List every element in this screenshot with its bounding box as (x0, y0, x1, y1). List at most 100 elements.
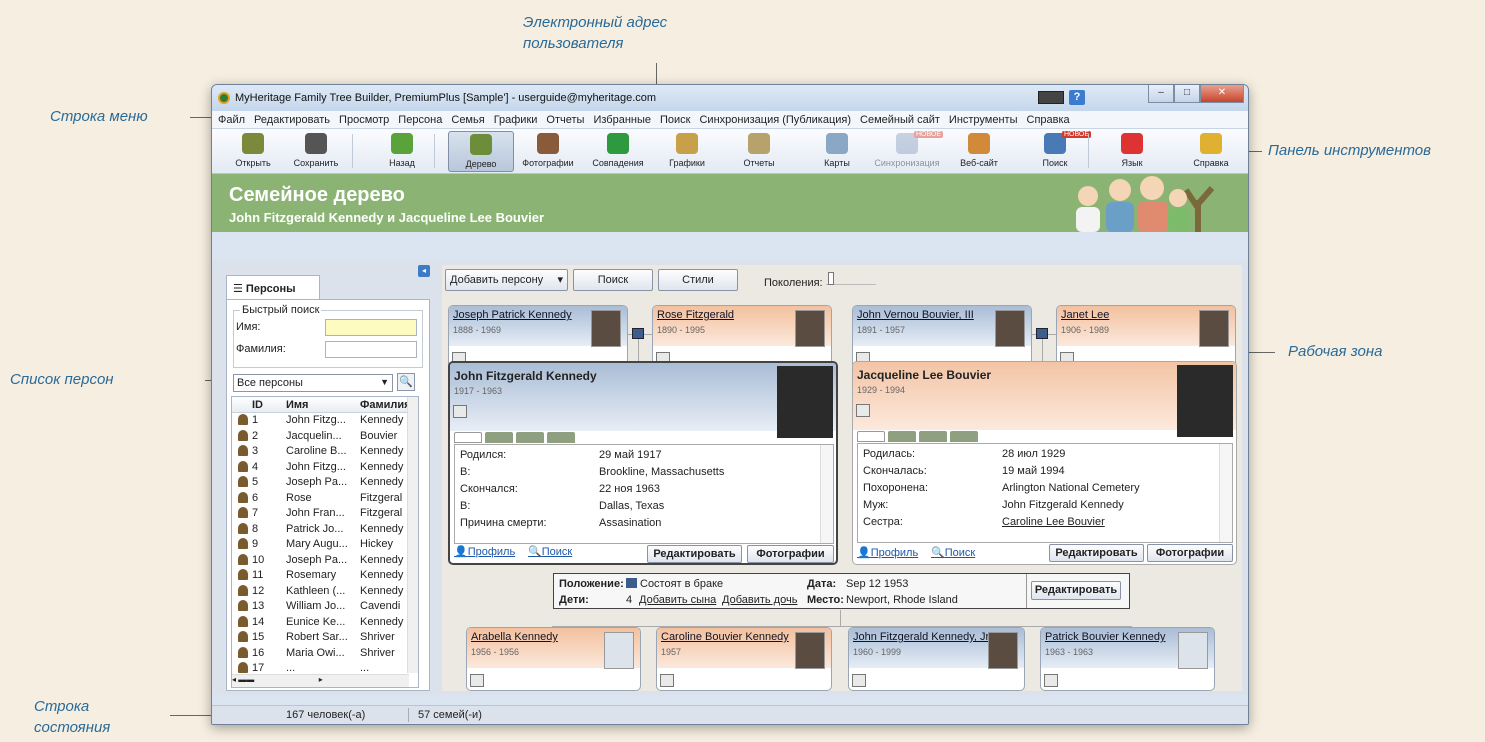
edit-button[interactable]: Редактировать (1049, 544, 1144, 562)
toolbar-button[interactable]: Карты (804, 131, 870, 172)
person-name[interactable]: Janet Lee (1061, 309, 1109, 321)
search-icon[interactable]: 🔍 (397, 373, 415, 391)
keyboard-icon[interactable] (1038, 91, 1064, 104)
tab-photos[interactable] (919, 431, 947, 442)
table-row[interactable]: 1 John Fitzg... Kennedy (232, 413, 418, 429)
menu-item[interactable]: Редактировать (254, 114, 330, 126)
person-name[interactable]: John Vernou Bouvier, III (857, 309, 974, 321)
col-id[interactable]: ID (252, 399, 263, 411)
table-row[interactable]: 2 Jacquelin... Bouvier (232, 429, 418, 445)
toolbar-button[interactable]: Справка (1178, 131, 1244, 172)
toolbar-button[interactable]: Фотографии (515, 131, 581, 172)
person-name[interactable]: Arabella Kennedy (471, 631, 558, 643)
table-row[interactable]: 12 Kathleen (... Kennedy (232, 584, 418, 600)
tab-people[interactable]: ☰ Персоны (226, 275, 320, 299)
collapse-panel-button[interactable]: ◂ (418, 265, 430, 277)
menu-item[interactable]: Персона (398, 114, 442, 126)
menu-item[interactable]: Синхронизация (Публикация) (699, 114, 851, 126)
person-photo[interactable] (795, 310, 825, 347)
menu-item[interactable]: Файл (218, 114, 245, 126)
wife-photo[interactable] (1177, 365, 1233, 437)
menu-item[interactable]: Просмотр (339, 114, 389, 126)
tab-family[interactable] (485, 432, 513, 443)
person-card[interactable]: John Fitzgerald Kennedy, Jr. 1960 - 1999 (848, 627, 1025, 691)
toolbar-button[interactable]: Поиск НОВОЕ (1022, 131, 1092, 172)
tab-notes[interactable] (950, 431, 978, 442)
person-photo[interactable] (591, 310, 621, 347)
table-row[interactable]: 9 Mary Augu... Hickey (232, 537, 418, 553)
photos-button[interactable]: Фотографии (1147, 544, 1233, 562)
person-name[interactable]: Joseph Patrick Kennedy (453, 309, 572, 321)
record-icon[interactable] (856, 404, 870, 417)
toolbar-button[interactable]: Отчеты (726, 131, 792, 172)
person-photo[interactable] (1178, 632, 1208, 669)
person-card[interactable]: Janet Lee 1906 - 1989 (1056, 305, 1236, 369)
person-photo[interactable] (988, 632, 1018, 669)
table-row[interactable]: 15 Robert Sar... Shriver (232, 630, 418, 646)
table-row[interactable]: 5 Joseph Pa... Kennedy (232, 475, 418, 491)
menu-item[interactable]: Избранные (593, 114, 651, 126)
table-row[interactable]: 11 Rosemary Kennedy (232, 568, 418, 584)
table-row[interactable]: 3 Caroline B... Kennedy (232, 444, 418, 460)
col-first-name[interactable]: Имя (286, 399, 308, 411)
help-icon[interactable]: ? (1069, 90, 1085, 105)
close-button[interactable]: ✕ (1200, 85, 1244, 103)
husband-name[interactable]: John Fitzgerald Kennedy (454, 369, 597, 383)
edit-marriage-button[interactable]: Редактировать (1031, 581, 1121, 600)
last-name-input[interactable] (325, 341, 417, 358)
toolbar-button[interactable]: Веб-сайт (946, 131, 1012, 172)
profile-link[interactable]: 👤Профиль (857, 546, 918, 559)
table-row[interactable]: 4 John Fitzg... Kennedy (232, 460, 418, 476)
horizontal-scrollbar[interactable]: ◂ ▬▬ ▸ (232, 674, 409, 687)
maximize-button[interactable]: □ (1174, 85, 1200, 103)
table-row[interactable]: 13 William Jo... Cavendi (232, 599, 418, 615)
slider-thumb[interactable] (828, 272, 834, 285)
minimize-button[interactable]: – (1148, 85, 1174, 103)
person-card[interactable]: Arabella Kennedy 1956 - 1956 (466, 627, 641, 691)
toolbar-button[interactable]: Открыть (220, 131, 286, 172)
toolbar-button[interactable]: Дерево (448, 131, 514, 172)
add-daughter-link[interactable]: Добавить дочь (722, 594, 797, 606)
profile-link[interactable]: 👤Профиль (454, 545, 515, 558)
menu-item[interactable]: Отчеты (546, 114, 584, 126)
table-row[interactable]: 10 Joseph Pa... Kennedy (232, 553, 418, 569)
toolbar-button[interactable]: Синхронизация НОВОЕ (874, 131, 944, 172)
record-icon[interactable] (470, 674, 484, 687)
people-filter-select[interactable]: Все персоны ▼ (233, 374, 393, 392)
col-last-name[interactable]: Фамилия (360, 399, 411, 411)
vertical-scrollbar[interactable] (407, 397, 418, 673)
photos-button[interactable]: Фотографии (747, 545, 834, 563)
add-person-button[interactable]: Добавить персону ▾ (445, 269, 568, 291)
record-icon[interactable] (1044, 674, 1058, 687)
search-button[interactable]: Поиск (573, 269, 653, 291)
search-link[interactable]: 🔍Поиск (931, 546, 975, 559)
record-icon[interactable] (660, 674, 674, 687)
edit-button[interactable]: Редактировать (647, 545, 742, 563)
person-card[interactable]: Patrick Bouvier Kennedy 1963 - 1963 (1040, 627, 1215, 691)
person-name[interactable]: John Fitzgerald Kennedy, Jr. (853, 631, 992, 643)
table-row[interactable]: 8 Patrick Jo... Kennedy (232, 522, 418, 538)
person-name[interactable]: Caroline Bouvier Kennedy (661, 631, 789, 643)
menu-item[interactable]: Графики (494, 114, 538, 126)
person-card[interactable]: Caroline Bouvier Kennedy 1957 (656, 627, 832, 691)
generations-slider[interactable] (826, 272, 876, 285)
toolbar-button[interactable]: Язык (1099, 131, 1165, 172)
person-name[interactable]: Patrick Bouvier Kennedy (1045, 631, 1165, 643)
wife-card[interactable]: Jacqueline Lee Bouvier 1929 - 1994 Родил… (852, 361, 1237, 565)
table-row[interactable]: 7 John Fran... Fitzgeral (232, 506, 418, 522)
person-card[interactable]: John Vernou Bouvier, III 1891 - 1957 (852, 305, 1032, 369)
styles-button[interactable]: Стили (658, 269, 738, 291)
menu-item[interactable]: Справка (1027, 114, 1070, 126)
menu-item[interactable]: Поиск (660, 114, 690, 126)
person-photo[interactable] (795, 632, 825, 669)
husband-card[interactable]: John Fitzgerald Kennedy 1917 - 1963 Роди… (448, 361, 838, 565)
add-son-link[interactable]: Добавить сына (639, 594, 716, 606)
record-icon[interactable] (453, 405, 467, 418)
menu-item[interactable]: Семья (451, 114, 484, 126)
toolbar-button[interactable]: Совпадения (585, 131, 651, 172)
toolbar-button[interactable]: Назад (369, 131, 435, 172)
first-name-input[interactable] (325, 319, 417, 336)
toolbar-button[interactable]: Графики (654, 131, 720, 172)
table-row[interactable]: 6 Rose Fitzgeral (232, 491, 418, 507)
marriage-icon[interactable] (1036, 328, 1048, 339)
